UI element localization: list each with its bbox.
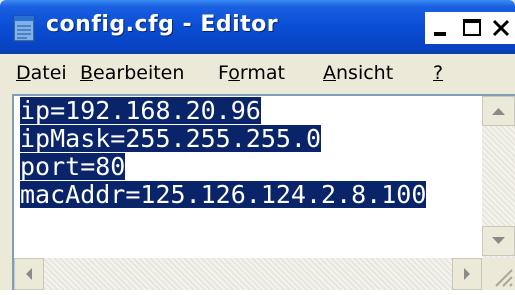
window-title: config.cfg - Editor [46, 12, 279, 37]
maximize-button[interactable] [456, 12, 489, 44]
editor-line: ipMask=255.255.255.0 [20, 124, 322, 153]
close-button[interactable] [487, 12, 515, 44]
editor-line: macAddr=125.126.124.2.8.100 [20, 180, 427, 209]
scroll-left-button[interactable] [14, 258, 44, 290]
scroll-up-button[interactable] [482, 96, 515, 126]
menu-format-pre: F [218, 62, 229, 84]
menu-help[interactable]: ? [433, 62, 443, 84]
menu-bearbeiten-label: earbeiten [93, 62, 185, 84]
menu-bearbeiten[interactable]: Bearbeiten [80, 62, 184, 84]
maximize-icon [463, 19, 481, 36]
minimize-icon [434, 32, 446, 36]
menu-ansicht[interactable]: Ansicht [323, 62, 393, 84]
minimize-button[interactable] [425, 12, 458, 44]
menu-datei[interactable]: Datei [16, 62, 67, 84]
horizontal-scrollbar[interactable] [14, 258, 482, 290]
editor-content[interactable]: ip=192.168.20.96 ipMask=255.255.255.0 po… [20, 97, 460, 257]
close-icon [492, 19, 510, 37]
menu-format-accel: o [228, 62, 240, 84]
menu-ansicht-accel: A [323, 62, 336, 84]
menu-bar: Datei Bearbeiten Format Ansicht ? [0, 54, 515, 94]
menu-format-label: rmat [239, 62, 285, 84]
arrow-down-icon [492, 237, 505, 244]
menu-format[interactable]: Format [218, 62, 285, 84]
menu-datei-label: atei [30, 62, 67, 84]
scroll-right-button[interactable] [452, 258, 482, 290]
menu-help-accel: ? [433, 62, 444, 84]
menu-ansicht-label: nsicht [336, 62, 394, 84]
vertical-scrollbar[interactable] [482, 96, 515, 258]
menu-datei-accel: D [16, 62, 31, 84]
editor-line: port=80 [20, 152, 126, 181]
menu-bearbeiten-accel: B [80, 62, 94, 84]
notepad-icon [13, 15, 35, 42]
arrow-up-icon [492, 108, 505, 115]
resize-grip-icon [495, 269, 513, 287]
arrow-right-icon [464, 268, 470, 280]
notepad-window: config.cfg - Editor Datei Bearbeiten For… [0, 0, 515, 290]
arrow-left-icon [26, 268, 32, 280]
resize-grip[interactable] [482, 258, 515, 290]
title-bar[interactable]: config.cfg - Editor [0, 0, 515, 54]
editor-line: ip=192.168.20.96 [20, 96, 261, 125]
scroll-down-button[interactable] [482, 226, 515, 256]
